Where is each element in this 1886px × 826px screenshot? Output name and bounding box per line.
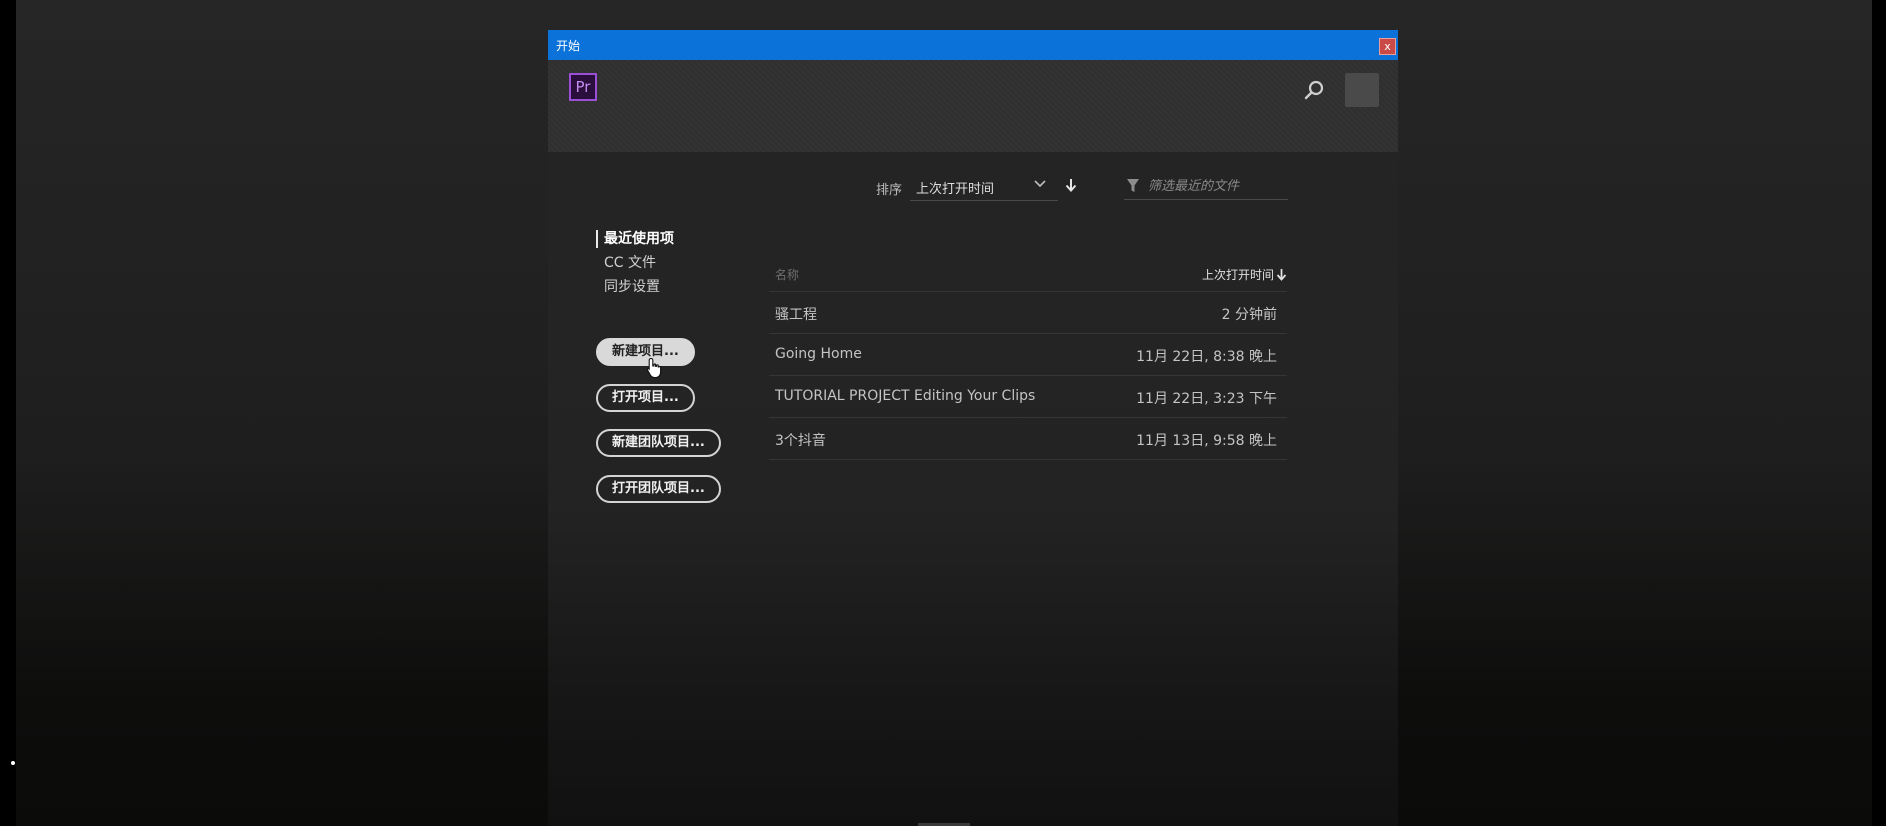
column-header-last-opened[interactable]: 上次打开时间 <box>1202 266 1287 283</box>
open-team-project-button[interactable]: 打开团队项目... <box>596 475 721 503</box>
file-name: 骚工程 <box>775 307 817 323</box>
table-row[interactable]: TUTORIAL PROJECT Editing Your Clips 11月 … <box>769 376 1287 418</box>
sort-direction-arrow-icon[interactable] <box>1064 176 1078 194</box>
filter-recent-files-input[interactable] <box>1124 174 1288 200</box>
screen-right-edge <box>1872 0 1886 826</box>
file-last-opened: 11月 13日, 9:58 晚上 <box>1136 433 1277 449</box>
sort-dropdown-value: 上次打开时间 <box>916 182 995 197</box>
open-project-button[interactable]: 打开项目... <box>596 384 695 412</box>
table-row[interactable]: Going Home 11月 22日, 8:38 晚上 <box>769 334 1287 376</box>
new-team-project-button[interactable]: 新建团队项目... <box>596 429 721 457</box>
screen-left-edge <box>0 0 16 826</box>
app-header <box>548 60 1398 152</box>
start-window: 开始 x Pr 排序 上次打开时间 最近使用项 CC 文件 同步设置 新建项目.… <box>548 30 1398 826</box>
recent-files-table: 名称 上次打开时间 骚工程 2 分钟前 Going Home 11月 22日, … <box>769 258 1287 460</box>
window-title: 开始 <box>556 39 581 53</box>
hand-pointer-cursor-icon <box>646 357 662 379</box>
table-row[interactable]: 3个抖音 11月 13日, 9:58 晚上 <box>769 418 1287 460</box>
avatar[interactable] <box>1345 73 1379 107</box>
left-nav: 最近使用项 CC 文件 同步设置 <box>596 227 706 299</box>
window-titlebar[interactable]: 开始 x <box>548 30 1398 60</box>
nav-item-cc-files[interactable]: CC 文件 <box>596 251 706 275</box>
column-header-last-opened-label: 上次打开时间 <box>1201 268 1274 282</box>
search-icon[interactable] <box>1302 78 1326 102</box>
filter-funnel-icon <box>1127 179 1139 192</box>
window-close-button[interactable]: x <box>1379 38 1396 55</box>
sort-down-arrow-icon <box>1276 269 1287 281</box>
file-last-opened: 11月 22日, 3:23 下午 <box>1136 391 1277 407</box>
column-header-name[interactable]: 名称 <box>775 266 799 283</box>
file-name: 3个抖音 <box>775 433 826 449</box>
table-row[interactable]: 骚工程 2 分钟前 <box>769 292 1287 334</box>
premiere-logo: Pr <box>569 73 597 101</box>
nav-item-recent[interactable]: 最近使用项 <box>596 227 706 251</box>
file-last-opened: 2 分钟前 <box>1221 307 1277 323</box>
chevron-down-icon[interactable] <box>1032 176 1048 192</box>
file-name: Going Home <box>775 346 862 362</box>
table-header: 名称 上次打开时间 <box>769 258 1287 292</box>
file-name: TUTORIAL PROJECT Editing Your Clips <box>775 388 1036 404</box>
file-last-opened: 11月 22日, 8:38 晚上 <box>1136 349 1277 365</box>
sort-label: 排序 <box>876 183 903 198</box>
nav-item-sync-settings[interactable]: 同步设置 <box>596 275 706 299</box>
screen-dot <box>11 761 15 765</box>
